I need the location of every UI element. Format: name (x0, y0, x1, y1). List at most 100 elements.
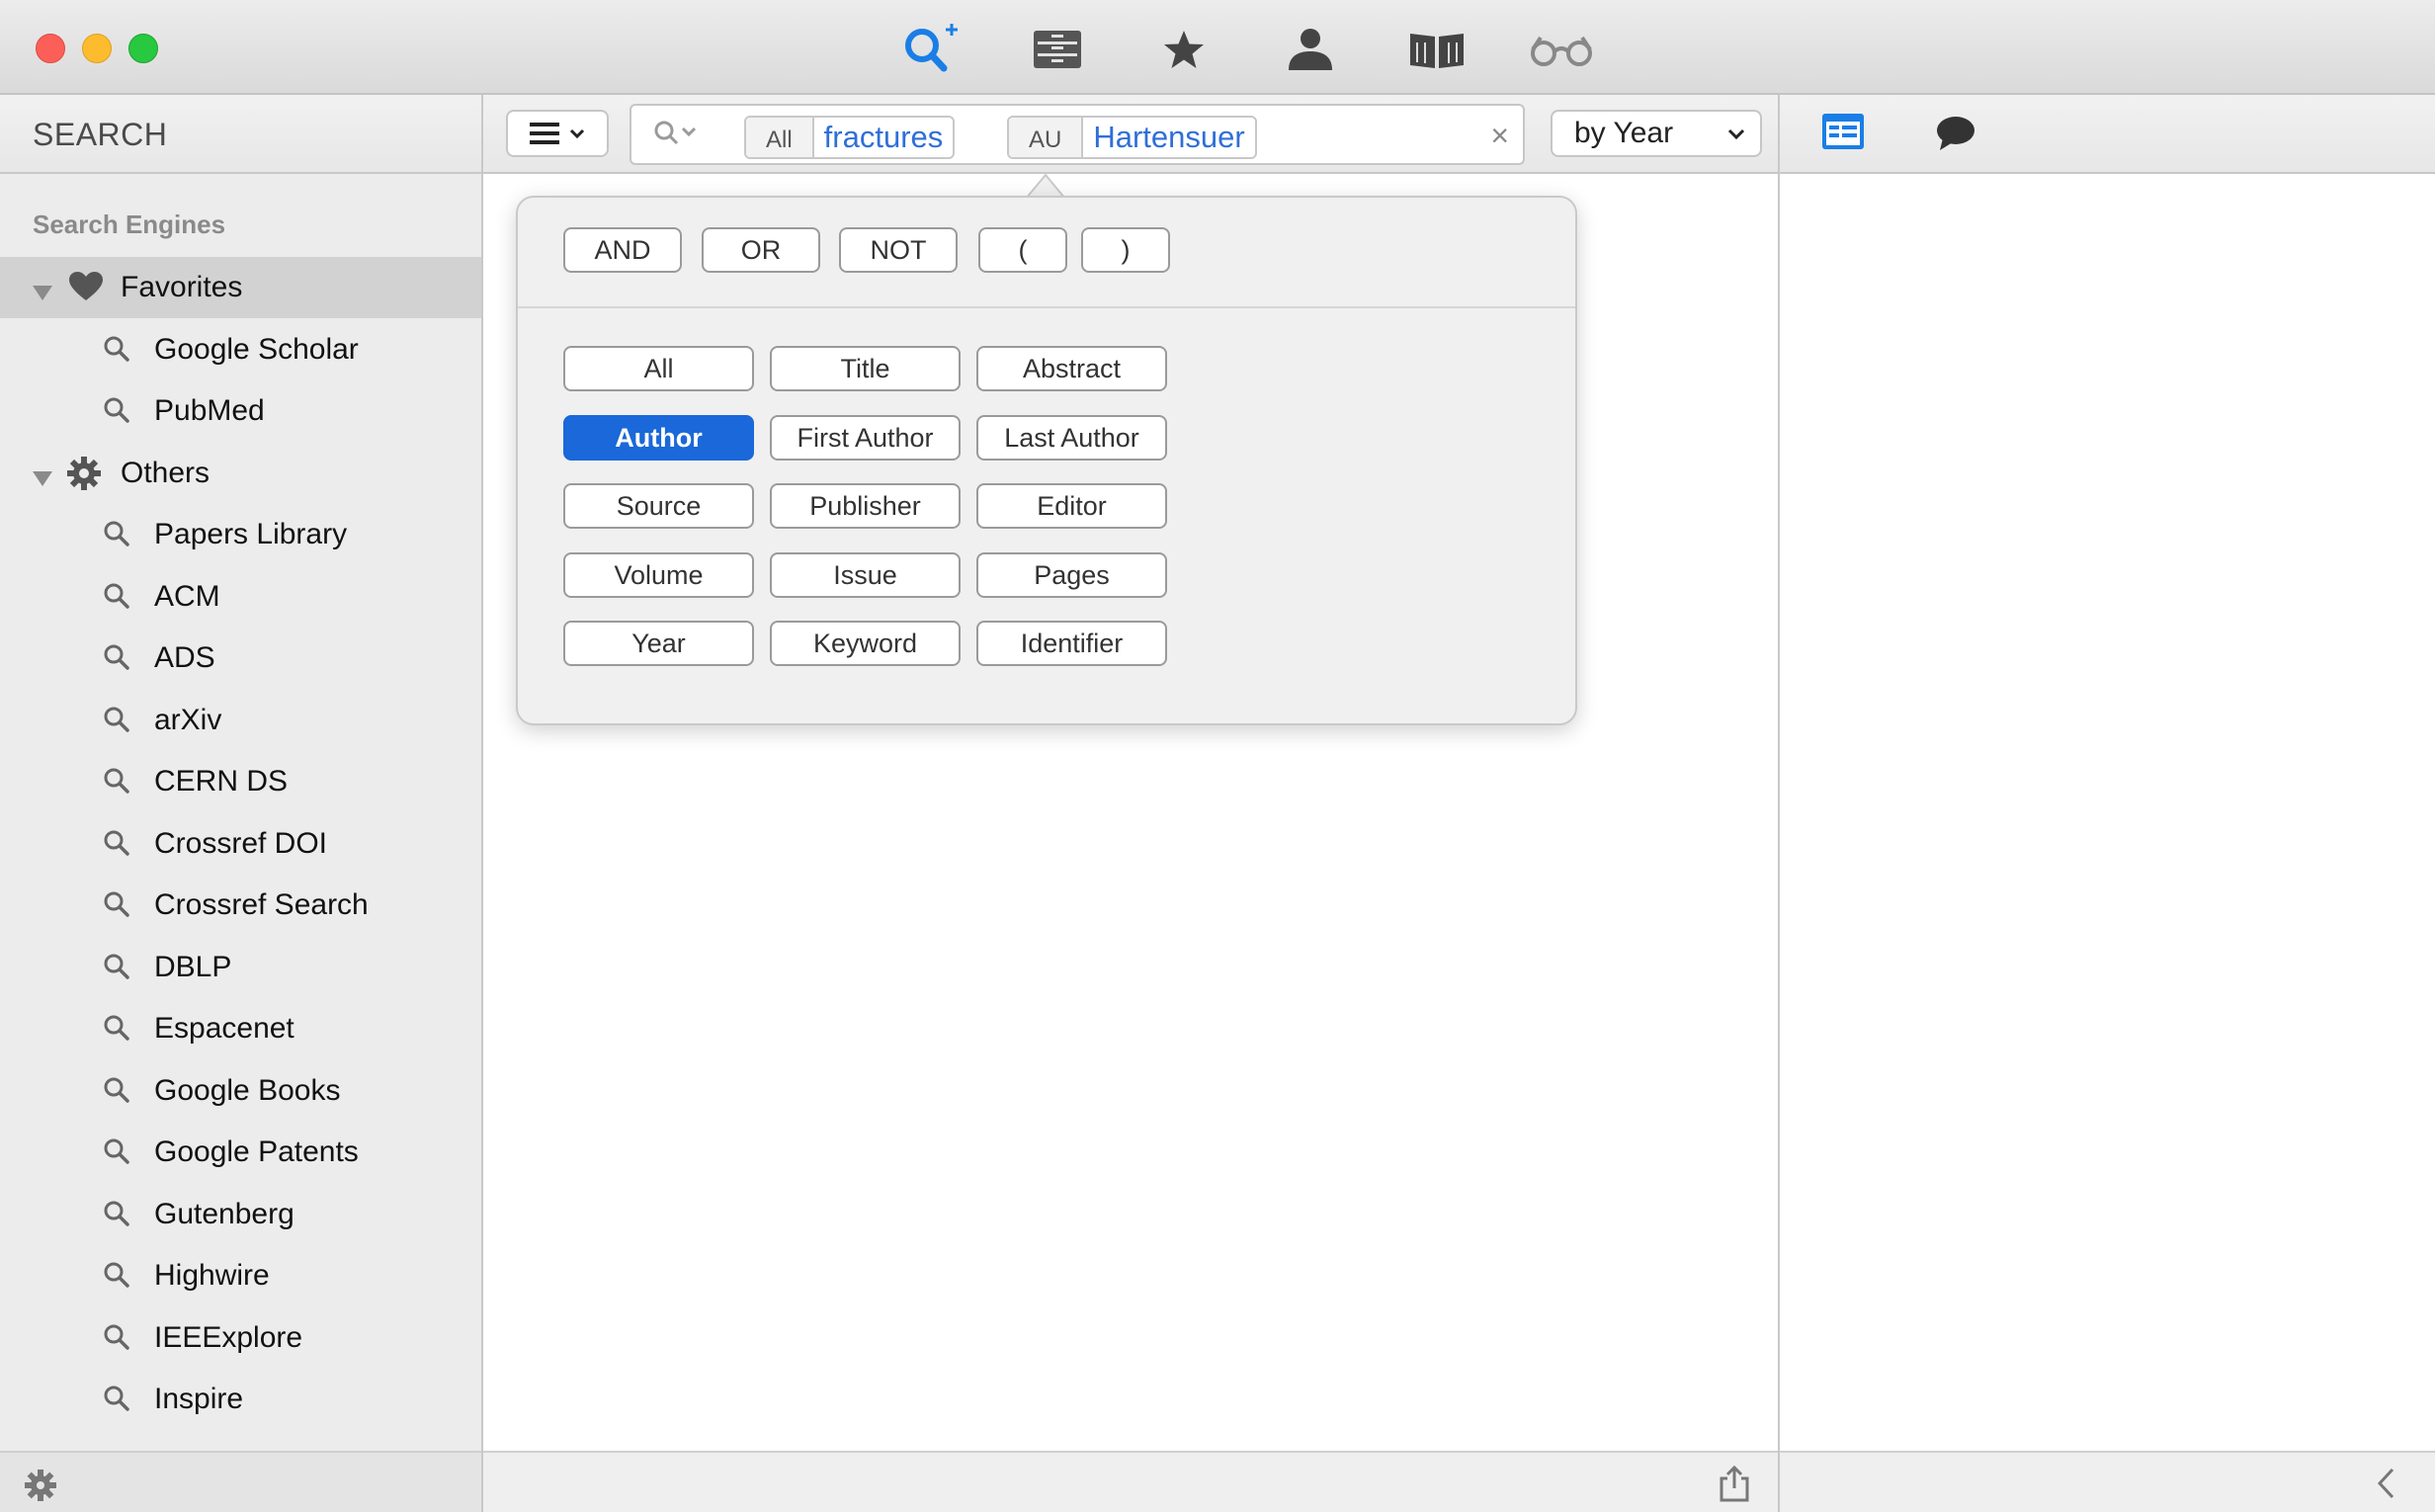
sidebar-item[interactable]: ADS (0, 628, 481, 689)
sort-select-value: by Year (1574, 117, 1674, 149)
sidebar-item[interactable]: ACM (0, 566, 481, 628)
share-icon[interactable] (1718, 1465, 1751, 1502)
search-icon (103, 396, 130, 432)
token-field-label[interactable]: All (746, 118, 814, 157)
disclosure-triangle-icon[interactable] (32, 277, 53, 310)
maximize-window-button[interactable] (128, 34, 158, 63)
search-icon (103, 706, 130, 741)
sidebar-item-label: Google Scholar (154, 332, 359, 366)
field-button-editor[interactable]: Editor (976, 483, 1167, 529)
disclosure-triangle-icon[interactable] (32, 462, 53, 496)
operator-button[interactable]: NOT (839, 227, 958, 273)
heart-icon (67, 271, 105, 310)
sidebar-item[interactable]: PubMed (0, 380, 481, 442)
minimize-window-button[interactable] (82, 34, 112, 63)
sidebar-item[interactable]: arXiv (0, 690, 481, 751)
operator-button[interactable]: OR (702, 227, 820, 273)
sidebar-item[interactable]: IEEExplore (0, 1307, 481, 1369)
field-button-issue[interactable]: Issue (770, 552, 961, 598)
field-button-year[interactable]: Year (563, 621, 754, 666)
sidebar-footer (0, 1451, 481, 1512)
sidebar-item-label: Google Patents (154, 1135, 359, 1168)
field-button-pages[interactable]: Pages (976, 552, 1167, 598)
sidebar-item[interactable]: Inspire (0, 1369, 481, 1430)
sidebar-item[interactable]: Crossref DOI (0, 813, 481, 875)
chevron-down-icon (569, 128, 585, 139)
chevron-left-icon[interactable] (2375, 1467, 2396, 1500)
notes-speech-bubble-icon[interactable] (1935, 115, 1976, 152)
search-icon (103, 1200, 130, 1235)
close-window-button[interactable] (36, 34, 65, 63)
field-button-source[interactable]: Source (563, 483, 754, 529)
sidebar-item[interactable]: Espacenet (0, 998, 481, 1059)
search-token-all[interactable]: All fractures (744, 116, 956, 159)
sidebar-group-favorites[interactable]: Favorites (0, 257, 481, 318)
operator-button[interactable]: ) (1081, 227, 1170, 273)
search-field-popover: AND OR NOT () All Title Abstract Author First A… (516, 196, 1577, 725)
library-icon[interactable] (1023, 20, 1092, 79)
field-button-identifier[interactable]: Identifier (976, 621, 1167, 666)
gear-icon[interactable] (24, 1469, 57, 1502)
search-icon (103, 520, 130, 555)
author-icon[interactable] (1276, 20, 1345, 79)
field-button-first-author[interactable]: First Author (770, 415, 961, 461)
sidebar-item-label: arXiv (154, 703, 222, 736)
sidebar-item[interactable]: DBLP (0, 937, 481, 998)
sidebar: Search Engines Favorites Google Scholar Pu… (0, 174, 481, 1451)
sort-select[interactable]: by Year (1551, 110, 1762, 157)
sidebar-item-label: ADS (154, 641, 215, 674)
popover-divider (518, 306, 1575, 308)
field-button-author[interactable]: Author (563, 415, 754, 461)
operator-button[interactable]: AND (563, 227, 682, 273)
sidebar-section-header: Search Engines (33, 210, 226, 239)
sidebar-title: SEARCH (33, 117, 168, 152)
sidebar-item[interactable]: CERN DS (0, 751, 481, 812)
sidebar-item[interactable]: Crossref Search (0, 875, 481, 936)
token-value[interactable]: Hartensuer (1083, 118, 1254, 157)
toolbar-row: SEARCH All fractures AU Hartensuer × by … (0, 95, 2435, 174)
operator-button[interactable]: ( (978, 227, 1067, 273)
field-button-all[interactable]: All (563, 346, 754, 391)
sidebar-item[interactable]: Gutenberg (0, 1184, 481, 1245)
sidebar-item[interactable]: Google Books (0, 1060, 481, 1122)
sidebar-item-label: IEEExplore (154, 1320, 303, 1354)
sidebar-item-label: Papers Library (154, 518, 348, 550)
chevron-down-icon (1727, 128, 1745, 140)
sidebar-item[interactable]: Google Patents (0, 1122, 481, 1183)
search-icon (103, 767, 130, 802)
search-icon (103, 890, 130, 926)
search-icon (103, 1261, 130, 1297)
sidebar-item-label: Highwire (154, 1259, 270, 1292)
clear-search-icon[interactable]: × (1490, 118, 1509, 154)
info-panel-icon[interactable] (1821, 113, 1865, 150)
reader-icon[interactable] (1402, 20, 1471, 79)
sidebar-item[interactable]: Papers Library (0, 504, 481, 565)
field-button-last-author[interactable]: Last Author (976, 415, 1167, 461)
search-options-icon[interactable] (653, 120, 703, 149)
field-button-keyword[interactable]: Keyword (770, 621, 961, 666)
action-menu-button[interactable] (506, 110, 609, 157)
field-button-abstract[interactable]: Abstract (976, 346, 1167, 391)
field-button-title[interactable]: Title (770, 346, 961, 391)
token-field-label[interactable]: AU (1009, 118, 1084, 157)
sidebar-group-label: Others (121, 456, 210, 489)
field-button-publisher[interactable]: Publisher (770, 483, 961, 529)
favorites-star-icon[interactable] (1149, 20, 1218, 79)
field-button-volume[interactable]: Volume (563, 552, 754, 598)
sidebar-item-label: Crossref Search (154, 888, 369, 921)
sidebar-item[interactable]: Google Scholar (0, 319, 481, 380)
token-value[interactable]: fractures (814, 118, 954, 157)
glasses-icon[interactable] (1527, 20, 1596, 79)
sidebar-group-others[interactable]: Others (0, 443, 481, 504)
gear-icon (67, 456, 101, 498)
sidebar-item-label: Google Books (154, 1073, 341, 1107)
search-icon (103, 1385, 130, 1420)
sidebar-item-label: Gutenberg (154, 1197, 294, 1230)
search-icon (103, 1014, 130, 1050)
sidebar-item-label: Crossref DOI (154, 826, 328, 860)
search-icon (103, 1323, 130, 1359)
search-token-author[interactable]: AU Hartensuer (1007, 116, 1257, 159)
search-add-icon[interactable] (895, 20, 965, 79)
search-query-field[interactable]: All fractures AU Hartensuer × (630, 104, 1525, 165)
sidebar-item[interactable]: Highwire (0, 1245, 481, 1306)
